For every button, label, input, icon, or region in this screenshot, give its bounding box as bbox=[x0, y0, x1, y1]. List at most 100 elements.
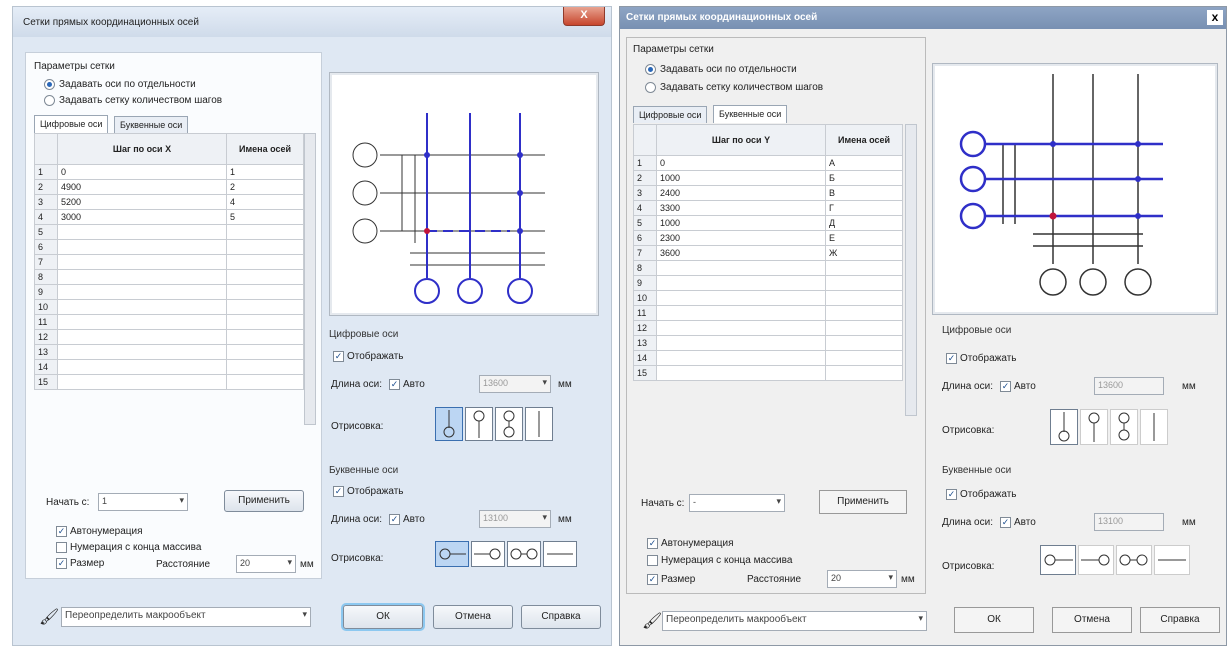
macro-select[interactable]: Переопределить макрообъект bbox=[662, 611, 927, 631]
drawing-style-both-circles[interactable] bbox=[1110, 409, 1138, 445]
name-cell[interactable]: 2 bbox=[226, 179, 304, 195]
table-row[interactable]: 14 bbox=[633, 350, 903, 366]
step-cell[interactable] bbox=[656, 260, 826, 276]
step-cell[interactable] bbox=[656, 290, 826, 306]
step-cell[interactable] bbox=[57, 344, 227, 360]
help-button[interactable]: Справка bbox=[521, 605, 601, 629]
drawing-style-both-side-circles[interactable] bbox=[507, 541, 541, 567]
digital-len-input[interactable]: 13600 bbox=[479, 375, 551, 393]
table-row[interactable]: 4 3300 Г bbox=[633, 200, 903, 216]
table-row[interactable]: 10 bbox=[633, 290, 903, 306]
step-cell[interactable]: 2400 bbox=[656, 185, 826, 201]
drawing-style-both-circles[interactable] bbox=[495, 407, 523, 441]
step-cell[interactable] bbox=[656, 305, 826, 321]
digital-show-checkbox[interactable]: ✓ Отображать bbox=[333, 351, 403, 362]
step-cell[interactable]: 1000 bbox=[656, 215, 826, 231]
step-cell[interactable] bbox=[57, 269, 227, 285]
table-row[interactable]: 11 bbox=[633, 305, 903, 321]
close-button[interactable]: x bbox=[1207, 10, 1223, 25]
cancel-button[interactable]: Отмена bbox=[1052, 607, 1132, 633]
drawing-style-top-circle[interactable] bbox=[465, 407, 493, 441]
letter-auto-checkbox[interactable]: ✓ Авто bbox=[389, 514, 425, 525]
table-row[interactable]: 6 bbox=[34, 239, 304, 255]
digital-auto-checkbox[interactable]: ✓ Авто bbox=[389, 379, 425, 390]
name-cell[interactable] bbox=[226, 224, 304, 240]
table-row[interactable]: 9 bbox=[34, 284, 304, 300]
from-end-checkbox[interactable]: Нумерация с конца массива bbox=[56, 542, 201, 553]
name-cell[interactable] bbox=[226, 269, 304, 285]
drawing-style-no-circle-h[interactable] bbox=[543, 541, 577, 567]
name-cell[interactable]: А bbox=[825, 155, 903, 171]
tab-letter-axes[interactable]: Буквенные оси bbox=[713, 105, 788, 123]
from-end-checkbox[interactable]: Нумерация с конца массива bbox=[647, 555, 792, 566]
name-cell[interactable]: 4 bbox=[226, 194, 304, 210]
drawing-style-no-circle[interactable] bbox=[525, 407, 553, 441]
distance-select[interactable]: 20 bbox=[236, 555, 296, 573]
distance-select[interactable]: 20 bbox=[827, 570, 897, 588]
step-cell[interactable]: 3300 bbox=[656, 200, 826, 216]
name-cell[interactable] bbox=[825, 290, 903, 306]
size-checkbox[interactable]: ✓ Размер bbox=[647, 574, 695, 585]
table-row[interactable]: 15 bbox=[633, 365, 903, 381]
table-row[interactable]: 13 bbox=[633, 335, 903, 351]
step-cell[interactable] bbox=[656, 350, 826, 366]
table-row[interactable]: 11 bbox=[34, 314, 304, 330]
drawing-style-left-circle[interactable] bbox=[435, 541, 469, 567]
drawing-style-left-circle[interactable] bbox=[1040, 545, 1076, 575]
table-row[interactable]: 5 bbox=[34, 224, 304, 240]
name-cell[interactable] bbox=[825, 365, 903, 381]
tab-digital-axes[interactable]: Цифровые оси bbox=[633, 106, 708, 123]
table-row[interactable]: 10 bbox=[34, 299, 304, 315]
table-row[interactable]: 3 2400 В bbox=[633, 185, 903, 201]
ok-button[interactable]: ОК bbox=[954, 607, 1034, 633]
tab-digital-axes[interactable]: Цифровые оси bbox=[34, 115, 109, 133]
name-cell[interactable] bbox=[825, 305, 903, 321]
table-row[interactable]: 7 3600 Ж bbox=[633, 245, 903, 261]
name-cell[interactable]: Д bbox=[825, 215, 903, 231]
name-cell[interactable]: Г bbox=[825, 200, 903, 216]
name-cell[interactable] bbox=[226, 359, 304, 375]
table-row[interactable]: 8 bbox=[633, 260, 903, 276]
size-checkbox[interactable]: ✓ Размер bbox=[56, 558, 104, 569]
name-cell[interactable] bbox=[226, 284, 304, 300]
radio-separate-axes[interactable]: Задавать оси по отдельности bbox=[44, 79, 196, 90]
name-cell[interactable] bbox=[825, 335, 903, 351]
step-cell[interactable] bbox=[57, 329, 227, 345]
drawing-style-bottom-circle[interactable] bbox=[435, 407, 463, 441]
name-cell[interactable]: 1 bbox=[226, 164, 304, 180]
step-cell[interactable] bbox=[57, 359, 227, 375]
name-cell[interactable] bbox=[825, 275, 903, 291]
step-cell[interactable] bbox=[57, 314, 227, 330]
step-cell[interactable]: 0 bbox=[656, 155, 826, 171]
drawing-style-both-side-circles[interactable] bbox=[1116, 545, 1152, 575]
name-cell[interactable] bbox=[226, 374, 304, 390]
digital-show-checkbox[interactable]: ✓ Отображать bbox=[946, 353, 1016, 364]
name-cell[interactable] bbox=[226, 254, 304, 270]
step-cell[interactable]: 3600 bbox=[656, 245, 826, 261]
table-scrollbar[interactable] bbox=[304, 133, 316, 425]
name-cell[interactable]: Е bbox=[825, 230, 903, 246]
apply-button[interactable]: Применить bbox=[819, 490, 907, 514]
ok-button[interactable]: ОК bbox=[343, 605, 423, 629]
name-cell[interactable] bbox=[226, 329, 304, 345]
step-cell[interactable]: 1000 bbox=[656, 170, 826, 186]
name-cell[interactable] bbox=[226, 344, 304, 360]
name-cell[interactable] bbox=[226, 314, 304, 330]
name-cell[interactable] bbox=[825, 350, 903, 366]
name-cell[interactable]: 5 bbox=[226, 209, 304, 225]
table-row[interactable]: 6 2300 Е bbox=[633, 230, 903, 246]
cancel-button[interactable]: Отмена bbox=[433, 605, 513, 629]
letter-show-checkbox[interactable]: ✓ Отображать bbox=[946, 489, 1016, 500]
table-row[interactable]: 8 bbox=[34, 269, 304, 285]
table-row[interactable]: 2 1000 Б bbox=[633, 170, 903, 186]
name-cell[interactable] bbox=[825, 260, 903, 276]
table-scrollbar[interactable] bbox=[905, 124, 917, 416]
step-cell[interactable] bbox=[57, 299, 227, 315]
step-cell[interactable] bbox=[57, 254, 227, 270]
table-row[interactable]: 14 bbox=[34, 359, 304, 375]
table-row[interactable]: 13 bbox=[34, 344, 304, 360]
table-row[interactable]: 10А bbox=[633, 155, 903, 171]
step-cell[interactable]: 5200 bbox=[57, 194, 227, 210]
drawing-style-bottom-circle[interactable] bbox=[1050, 409, 1078, 445]
drawing-style-right-circle[interactable] bbox=[1078, 545, 1114, 575]
